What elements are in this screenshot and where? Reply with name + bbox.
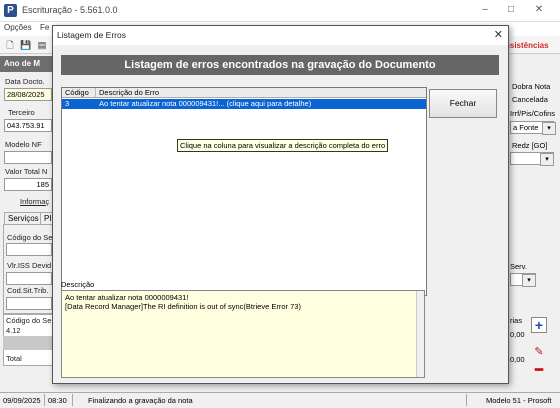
descricao-line-1: Ao tentar atualizar nota 0000009431! xyxy=(65,293,189,302)
dialog-title: Listagem de Erros xyxy=(53,26,508,45)
status-time: 08:30 xyxy=(48,396,67,405)
column-descricao[interactable]: Descrição do Erro xyxy=(96,88,426,98)
remove-icon[interactable]: ━ xyxy=(531,362,547,377)
modelo-nf-label: Modelo NF xyxy=(5,140,42,149)
data-docto-label: Data Docto. xyxy=(5,77,45,86)
servicos-row-highlight xyxy=(3,336,53,350)
informacoes-link[interactable]: Informaç xyxy=(20,197,49,206)
value-2: 0,00 xyxy=(510,355,525,364)
redz-dropdown-icon[interactable]: ▾ xyxy=(540,153,554,166)
add-icon[interactable]: + xyxy=(531,317,547,333)
serv-label: Serv. xyxy=(510,262,527,271)
save-icon[interactable]: 💾 xyxy=(20,39,32,51)
maximize-icon[interactable]: □ xyxy=(504,3,518,17)
edit-icon[interactable]: ✎ xyxy=(531,345,547,359)
fechar-label: Fechar xyxy=(449,98,477,108)
toolbar-icon[interactable]: ▤ xyxy=(36,39,48,51)
rias-label: rias xyxy=(510,316,523,325)
errors-grid[interactable]: Código Descrição do Erro 3 Ao tentar atu… xyxy=(61,87,427,296)
descricao-label: Descrição xyxy=(61,280,95,289)
dialog-close-icon[interactable]: ✕ xyxy=(494,28,503,41)
minimize-icon[interactable]: – xyxy=(478,3,492,17)
redz-label: Redz [GO] xyxy=(512,141,548,150)
menu-fe[interactable]: Fe xyxy=(40,23,49,32)
table-row[interactable]: 3 Ao tentar atualizar nota 000009431!...… xyxy=(62,99,426,109)
status-model: Modelo 51 - Prosoft xyxy=(486,396,552,405)
column-tooltip: Clique na coluna para visualizar a descr… xyxy=(177,139,389,152)
codigo-servico-label: Código do Se xyxy=(7,233,53,242)
data-docto-field[interactable]: 28/08/2025 xyxy=(4,88,52,101)
vlr-iss-label: Vlr.ISS Devid xyxy=(7,261,52,270)
dialog-banner: Listagem de erros encontrados na gravaçã… xyxy=(61,55,499,75)
vlr-iss-field[interactable] xyxy=(6,272,52,285)
total-label: Total xyxy=(6,354,22,363)
new-document-icon[interactable]: 🗋 xyxy=(4,39,16,51)
descricao-textarea[interactable]: Ao tentar atualizar nota 0000009431! [Da… xyxy=(61,290,425,378)
title-bar: P Escrituração - 5.561.0.0 – □ ✕ xyxy=(0,0,560,22)
terceiro-label: Terceiro xyxy=(8,108,35,117)
dobra-nota-label: Dobra Nota xyxy=(512,82,551,91)
codigo-servico-field[interactable] xyxy=(6,243,52,256)
cod-sit-trib-label: Cod.Sit.Trib. xyxy=(7,286,49,295)
grid-header: Código Descrição do Erro xyxy=(62,88,426,98)
status-separator xyxy=(72,394,73,406)
irrf-label: Irrf/Pis/Cofins xyxy=(510,109,556,118)
value-1: 0,00 xyxy=(510,330,525,339)
modelo-nf-field[interactable] xyxy=(4,151,52,164)
descricao-scrollbar[interactable] xyxy=(416,291,424,377)
servicos-row-value: 4.12 xyxy=(6,326,21,335)
serv-dropdown-icon[interactable]: ▾ xyxy=(522,274,536,287)
app-icon: P xyxy=(4,4,17,17)
fonte-dropdown-icon[interactable]: ▾ xyxy=(542,122,556,135)
descricao-line-2: [Data Record Manager]The RI definition i… xyxy=(65,302,301,311)
close-icon[interactable]: ✕ xyxy=(532,3,546,17)
ano-header: Ano de M xyxy=(0,56,60,72)
inconsistencias-link[interactable]: nsistências xyxy=(505,41,549,50)
servicos-table-header: Código do Se xyxy=(6,316,52,325)
valor-total-label: Valor Total N xyxy=(5,167,48,176)
status-message: Finalizando a gravação da nota xyxy=(88,396,193,405)
terceiro-field[interactable]: 043.753.91 xyxy=(4,119,52,132)
tab-servicos[interactable]: Serviços xyxy=(4,212,43,224)
status-bar xyxy=(0,392,560,408)
valor-total-field[interactable]: 185 xyxy=(4,178,52,191)
cod-sit-trib-field[interactable] xyxy=(6,297,52,310)
menu-opcoes[interactable]: Opções xyxy=(4,23,32,32)
fechar-button[interactable]: Fechar xyxy=(429,89,497,118)
row-descricao[interactable]: Ao tentar atualizar nota 000009431!... (… xyxy=(96,99,426,109)
error-list-dialog: Listagem de Erros ✕ Listagem de erros en… xyxy=(52,25,509,384)
column-codigo[interactable]: Código xyxy=(62,88,96,98)
window-title: Escrituração - 5.561.0.0 xyxy=(22,5,118,15)
status-separator xyxy=(466,394,467,406)
status-date: 09/09/2025 xyxy=(3,396,41,405)
row-codigo: 3 xyxy=(65,99,70,108)
status-separator xyxy=(44,394,45,406)
cancelada-label: Cancelada xyxy=(512,95,548,104)
